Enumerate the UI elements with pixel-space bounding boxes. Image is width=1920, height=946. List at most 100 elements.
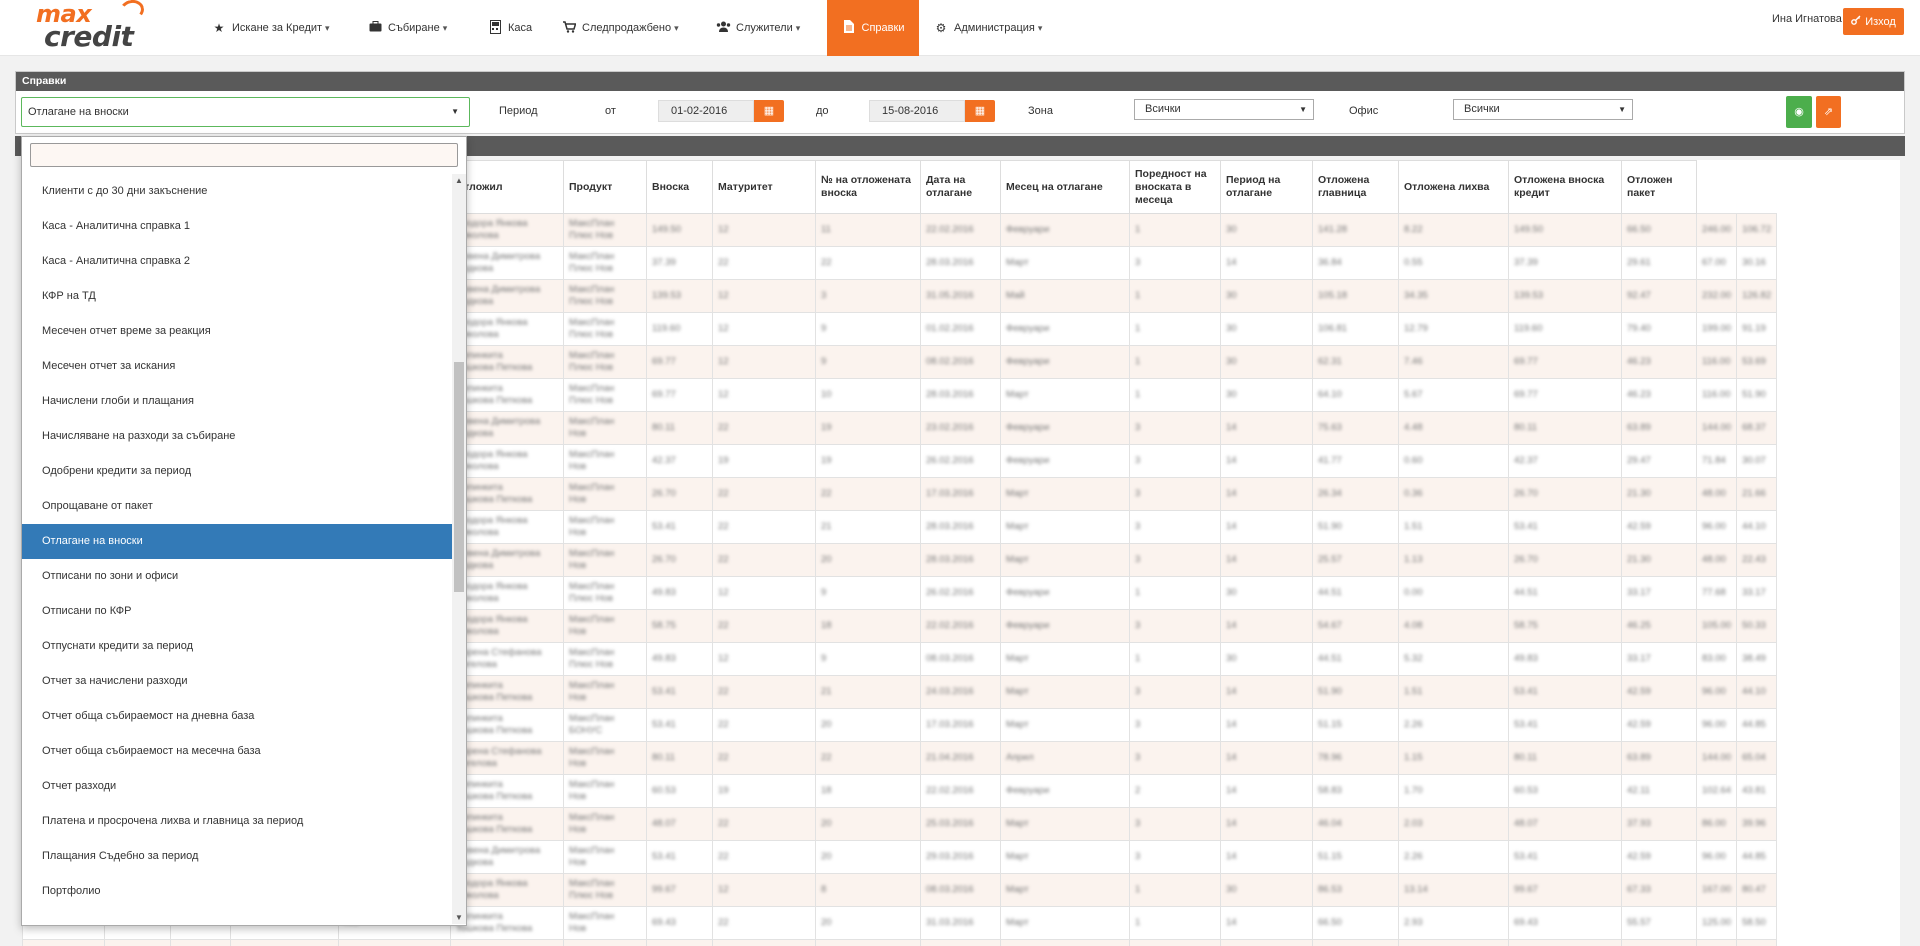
value-cell: 67.33 (1621, 873, 1697, 907)
value-cell: 37.93 (1621, 807, 1697, 841)
col-header[interactable]: Поредност на вноската в месеца (1129, 160, 1221, 214)
calendar-icon: ▦ (974, 105, 986, 117)
to-date-input[interactable]: 15-08-2016 (869, 100, 965, 122)
value-cell: 99.67 (1508, 873, 1622, 907)
col-header[interactable]: Отложена лихва (1398, 160, 1509, 214)
scrollbar-thumb[interactable] (454, 362, 464, 592)
value-cell: 14 (1220, 246, 1313, 280)
value-cell: 33.17 (1621, 576, 1697, 610)
report-select[interactable]: Отлагане на вноски ▼ (21, 97, 470, 127)
chevron-down-icon: ▾ (1037, 22, 1043, 33)
value-cell: 14 (1220, 444, 1313, 478)
nav-credit-request[interactable]: ★ Искане за Кредит ▾ (204, 0, 338, 56)
dropdown-item[interactable]: Опрощаване от пакет (22, 489, 452, 524)
dropdown-item[interactable]: Отчет обща събираемост на дневна база (22, 699, 452, 734)
value-cell: 14 (1220, 510, 1313, 544)
value-cell: Март (1000, 840, 1130, 874)
product-cell: МаксПлан БОНУС (563, 708, 647, 742)
chevron-down-icon: ▾ (674, 22, 679, 33)
value-cell: 51.90 (1312, 675, 1399, 709)
col-header[interactable]: Месец на отлагане (1000, 160, 1130, 214)
view-report-button[interactable]: ◉ (1786, 96, 1812, 128)
value-cell: 9 (815, 576, 921, 610)
col-header[interactable]: Дата на отлагане (920, 160, 1001, 214)
dropdown-item[interactable]: Отписани по зони и офиси (22, 559, 452, 594)
dropdown-item[interactable]: Месечен отчет време за реакция (22, 314, 452, 349)
value-cell: Февруари (1000, 345, 1130, 379)
nav-employees[interactable]: Служители ▾ (708, 0, 808, 56)
dropdown-item[interactable]: Платена и просрочена лихва и главница за… (22, 804, 452, 839)
col-header[interactable]: Отложен пакет (1621, 160, 1697, 214)
export-button[interactable]: ⇗ (1816, 96, 1841, 128)
value-cell: 83.00 (1695, 642, 1738, 676)
dropdown-item[interactable]: Отчет обща събираемост на месечна база (22, 734, 452, 769)
value-cell: 30 (1220, 312, 1313, 346)
dropdown-item[interactable]: Одобрени кредити за период (22, 454, 452, 489)
dropdown-item[interactable]: Портфолио (22, 874, 452, 909)
value-cell: 0.36 (1398, 477, 1509, 511)
deferred-by-cell: Пепинкита Тошкова Петкова (450, 807, 564, 841)
dropdown-item[interactable]: Каса - Аналитична справка 2 (22, 244, 452, 279)
users-icon (716, 21, 731, 35)
value-cell: 33.17 (1621, 642, 1697, 676)
dropdown-list[interactable]: Клиенти с до 30 дни закъснение Каса - Ана… (22, 174, 452, 924)
col-header[interactable]: Отложил (450, 160, 564, 214)
dropdown-item[interactable]: Отлагане на вноски (22, 524, 452, 559)
value-cell: 22 (712, 840, 816, 874)
value-cell: 167.00 (1695, 873, 1738, 907)
value-cell: 66.50 (1621, 213, 1697, 247)
col-header[interactable]: № на отложената вноска (815, 160, 921, 214)
table-row[interactable]: ПейчеваПейчева (22, 939, 1778, 946)
dropdown-item[interactable]: Месечен отчет за искания (22, 349, 452, 384)
dropdown-item[interactable]: Отписани по КФР (22, 594, 452, 629)
office-select[interactable]: Всички ▼ (1453, 99, 1633, 120)
value-cell: 14 (1220, 675, 1313, 709)
nav-collection[interactable]: Събиране ▾ (360, 0, 455, 56)
dropdown-item[interactable]: Отчет за начислени разходи (22, 664, 452, 699)
dropdown-item[interactable]: КФР на ТД (22, 279, 452, 314)
value-cell: 21.30 (1621, 543, 1697, 577)
scroll-up-icon[interactable]: ▲ (452, 176, 466, 185)
value-cell: 1.70 (1398, 774, 1509, 808)
value-cell: 37.39 (1508, 246, 1622, 280)
col-header[interactable]: Продукт (563, 160, 647, 214)
dropdown-item[interactable]: Каса - Аналитична справка 1 (22, 209, 452, 244)
star-icon: ★ (213, 21, 225, 35)
scroll-down-icon[interactable]: ▼ (452, 913, 466, 922)
value-cell: 86.00 (1695, 807, 1738, 841)
nav-administration[interactable]: ⚙ Администрация ▾ (926, 0, 1050, 56)
value-cell: 25.57 (1312, 543, 1399, 577)
value-cell: 68.37 (1736, 411, 1778, 445)
value-cell: 22 (815, 741, 921, 775)
col-header[interactable]: Период на отлагане (1220, 160, 1313, 214)
logout-button[interactable]: Изход (1843, 8, 1904, 35)
dropdown-item[interactable]: Клиенти с до 30 дни закъснение (22, 174, 452, 209)
value-cell: 91.19 (1736, 312, 1778, 346)
briefcase-icon (368, 21, 382, 35)
from-calendar-button[interactable]: ▦ (754, 100, 784, 122)
dropdown-item[interactable]: Отпуснати кредити за период (22, 629, 452, 664)
nav-reports[interactable]: Справки (827, 0, 919, 56)
value-cell: 20 (815, 543, 921, 577)
nav-cashdesk[interactable]: Каса (480, 0, 540, 56)
to-calendar-button[interactable]: ▦ (965, 100, 995, 122)
value-cell: 26.70 (646, 543, 713, 577)
col-header[interactable]: Отложена вноска кредит (1508, 160, 1622, 214)
dropdown-search-input[interactable] (30, 143, 458, 167)
col-header[interactable]: Отложена главница (1312, 160, 1399, 214)
zone-select[interactable]: Всички ▼ (1134, 99, 1314, 120)
dropdown-item[interactable]: Отчет разходи (22, 769, 452, 804)
dropdown-scrollbar[interactable]: ▲ ▼ (452, 174, 466, 924)
col-header[interactable]: Вноска (646, 160, 713, 214)
dropdown-item[interactable]: Начисляване на разходи за събиране (22, 419, 452, 454)
value-cell: 12 (712, 576, 816, 610)
from-date-input[interactable]: 01-02-2016 (658, 100, 754, 122)
value-cell: 22.02.2016 (920, 774, 1001, 808)
dropdown-item[interactable]: Начислени глоби и плащания (22, 384, 452, 419)
maxcredit-logo[interactable]: max credit (32, 0, 160, 53)
col-header[interactable]: Матуритет (712, 160, 816, 214)
nav-aftersales[interactable]: Следпродажбено ▾ (554, 0, 687, 56)
dropdown-item[interactable]: Плащания Съдебно за период (22, 839, 452, 874)
value-cell: 80.11 (646, 411, 713, 445)
value-cell: 22 (815, 477, 921, 511)
